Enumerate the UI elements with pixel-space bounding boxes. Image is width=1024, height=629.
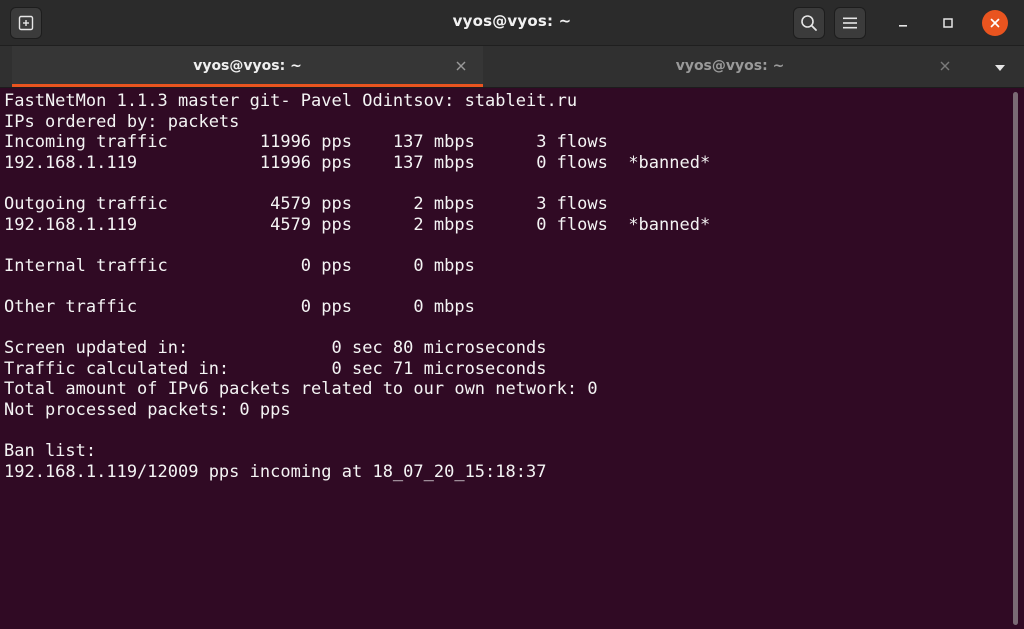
terminal-line: Outgoing traffic 4579 pps 2 mbps 3 flows <box>4 193 608 214</box>
search-icon <box>801 15 817 31</box>
terminal-output[interactable]: FastNetMon 1.1.3 master git- Pavel Odint… <box>0 88 1008 629</box>
menu-button[interactable] <box>834 7 866 39</box>
terminal-line: 192.168.1.119 4579 pps 2 mbps 0 flows *b… <box>4 214 711 235</box>
terminal-line: FastNetMon 1.1.3 master git- Pavel Odint… <box>4 91 578 111</box>
terminal-line: 192.168.1.119/12009 pps incoming at 18_0… <box>4 461 547 482</box>
minimize-button[interactable] <box>890 10 916 36</box>
new-tab-icon <box>18 15 34 31</box>
close-icon <box>990 18 1000 28</box>
close-icon[interactable] <box>938 59 952 73</box>
tab-bar: vyos@vyos: ~ vyos@vyos: ~ <box>0 46 1024 88</box>
maximize-icon <box>943 18 953 28</box>
header-bar: vyos@vyos: ~ <box>0 0 1024 46</box>
window-title: vyos@vyos: ~ <box>452 12 572 30</box>
terminal-line: IPs ordered by: packets <box>4 111 240 132</box>
terminal-text: FastNetMon 1.1.3 master git- Pavel Odint… <box>0 88 1008 482</box>
close-window-button[interactable] <box>982 10 1008 36</box>
new-tab-button[interactable] <box>10 7 42 39</box>
tab-terminal-2[interactable]: vyos@vyos: ~ <box>484 46 976 87</box>
terminal-line: Incoming traffic 11996 pps 137 mbps 3 fl… <box>4 132 608 153</box>
terminal-line: Other traffic 0 pps 0 mbps <box>4 296 475 317</box>
scrollbar-thumb[interactable] <box>1013 92 1018 625</box>
tab-label: vyos@vyos: ~ <box>193 58 302 74</box>
terminal-line: Screen updated in: 0 sec 80 microseconds <box>4 338 547 359</box>
hamburger-menu-icon <box>843 17 857 29</box>
tab-terminal-1[interactable]: vyos@vyos: ~ <box>12 46 483 87</box>
close-icon[interactable] <box>454 59 468 73</box>
maximize-button[interactable] <box>935 10 961 36</box>
terminal-line: 192.168.1.119 11996 pps 137 mbps 0 flows… <box>4 152 711 173</box>
chevron-down-icon[interactable] <box>990 63 1010 73</box>
tab-label: vyos@vyos: ~ <box>675 58 785 74</box>
search-button[interactable] <box>793 7 825 39</box>
terminal-line: Total amount of IPv6 packets related to … <box>4 379 598 400</box>
terminal-line: Internal traffic 0 pps 0 mbps <box>4 255 475 276</box>
terminal-line: Ban list: <box>4 441 97 462</box>
minimize-icon <box>899 25 907 27</box>
scrollbar[interactable] <box>1008 88 1024 629</box>
terminal-window: vyos@vyos: ~ vyos@vyos: ~ vyos@vyos: ~ F… <box>0 0 1024 629</box>
terminal-line: Not processed packets: 0 pps <box>4 399 291 420</box>
terminal-line: Traffic calculated in: 0 sec 71 microsec… <box>4 358 547 379</box>
